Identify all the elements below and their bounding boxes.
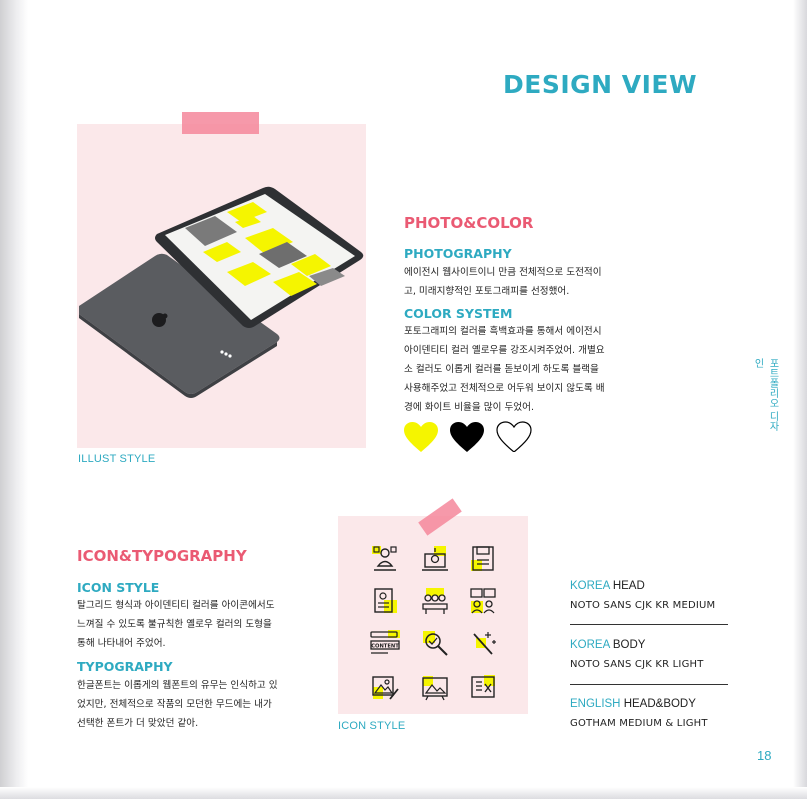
icon-typo-title: ICON&TYPOGRAPHY <box>77 547 247 565</box>
white-heart-icon <box>496 421 532 452</box>
page-edge-shadow <box>793 0 807 799</box>
page-fold-shadow <box>0 0 28 799</box>
typo-spec-korea-body: KOREA BODY NOTO SANS CJK KR LIGHT <box>570 639 704 670</box>
text-line: 경에 화이트 비율을 많이 두었어. <box>404 402 534 413</box>
checklist-icon <box>471 675 495 698</box>
text-line: 고, 미래지향적인 포토그래피를 선정했어. <box>404 286 570 297</box>
yellow-heart-icon <box>404 422 438 452</box>
typo-spec-language: ENGLISH <box>570 698 621 710</box>
icon-style-text: 탈그리드 형식과 아이덴티티 컬러를 아이콘에서도 느껴질 수 있도록 불규칙한… <box>77 596 317 653</box>
typography-heading: TYPOGRAPHY <box>77 659 173 674</box>
icon-caption: ICON STYLE <box>338 720 406 732</box>
photo-color-title: PHOTO&COLOR <box>404 214 534 232</box>
text-line: 느껴질 수 있도록 불규칙한 옐로우 컬러의 도형을 <box>77 619 272 630</box>
divider <box>570 684 728 685</box>
typo-spec-label: KOREA BODY <box>570 639 704 651</box>
text-line: 사용해주었고 전체적으로 어두워 보이지 않도록 배 <box>404 383 605 394</box>
text-line: 한글폰트는 이롭게의 웹폰트의 유무는 인식하고 있 <box>77 680 278 691</box>
search-icon <box>423 631 448 656</box>
text-line: 에이전시 웹사이트이니 만큼 전체적으로 도전적이 <box>404 267 602 278</box>
color-system-text: 포토그래피의 컬러를 흑백효과를 통해서 에이전시 아이덴티티 컬러 옐로우를 … <box>404 322 640 417</box>
page-number: 18 <box>757 748 772 763</box>
side-section-label: 포트폴리오 디자인 <box>752 358 778 432</box>
typo-spec-label: ENGLISH HEAD&BODY <box>570 698 708 710</box>
typo-spec-font: NOTO SANS CJK KR LIGHT <box>570 659 704 670</box>
typo-spec-language: KOREA <box>570 580 610 592</box>
typo-spec-usage: HEAD <box>609 580 645 592</box>
resume-icon <box>374 588 397 613</box>
typo-spec-language: KOREA <box>570 639 610 651</box>
typo-spec-english: ENGLISH HEAD&BODY GOTHAM MEDIUM & LIGHT <box>570 698 708 729</box>
icon-style-heading: ICON STYLE <box>77 580 160 595</box>
content-label: CONTENT <box>371 644 399 650</box>
photography-text: 에이전시 웹사이트이니 만큼 전체적으로 도전적이 고, 미래지향적인 포토그래… <box>404 263 640 301</box>
photography-heading: PHOTOGRAPHY <box>404 246 512 261</box>
typo-spec-korea-head: KOREA HEAD NOTO SANS CJK KR MEDIUM <box>570 580 715 611</box>
typo-spec-usage: HEAD&BODY <box>620 698 696 710</box>
text-line: 었지만, 전체적으로 작품의 모던한 무드에는 내가 <box>77 699 272 710</box>
black-heart-icon <box>450 422 484 452</box>
decor-tape <box>182 112 259 134</box>
page-title: DESIGN VIEW <box>503 70 698 99</box>
team-icon <box>372 546 397 571</box>
page-bottom-shadow <box>0 787 807 799</box>
color-swatches <box>404 421 532 452</box>
content-pencil-icon: CONTENT <box>370 630 400 654</box>
divider <box>570 624 728 625</box>
typo-spec-label: KOREA HEAD <box>570 580 715 592</box>
meeting-icon <box>422 588 448 614</box>
icon-set-panel: CONTENT <box>338 516 528 714</box>
text-line: 통해 나타내어 주었어. <box>77 638 166 649</box>
typo-spec-usage: BODY <box>609 639 646 651</box>
image-edit-icon <box>372 676 399 700</box>
text-line: 포토그래피의 컬러를 흑백효과를 통해서 에이전시 <box>404 326 602 337</box>
idea-laptop-icon <box>422 546 448 571</box>
color-system-heading: COLOR SYSTEM <box>404 306 513 321</box>
typography-text: 한글폰트는 이롭게의 웹폰트의 유무는 인식하고 있 었지만, 전체적으로 작품… <box>77 676 317 733</box>
text-line: 소 컬러도 이롭게 컬러를 돋보이게 하도록 블랙을 <box>404 364 599 375</box>
typo-spec-font: GOTHAM MEDIUM & LIGHT <box>570 718 708 729</box>
chat-users-icon <box>470 588 496 614</box>
typo-spec-font: NOTO SANS CJK KR MEDIUM <box>570 600 716 611</box>
magic-wand-icon <box>473 632 496 655</box>
save-disk-icon <box>471 546 494 571</box>
portfolio-page: DESIGN VIEW ILLUST STYLE PHOTO&COLOR PHO… <box>0 0 807 799</box>
text-line: 선택한 폰트가 더 맞았던 같아. <box>77 718 199 729</box>
illust-caption: ILLUST STYLE <box>78 453 156 465</box>
ipad-mockup-illustration <box>79 186 364 398</box>
gallery-board-icon <box>422 676 448 701</box>
illust-panel <box>77 124 366 448</box>
text-line: 탈그리드 형식과 아이덴티티 컬러를 아이콘에서도 <box>77 600 275 611</box>
text-line: 아이덴티티 컬러 옐로우를 강조시켜주었어. 개별요 <box>404 345 605 356</box>
